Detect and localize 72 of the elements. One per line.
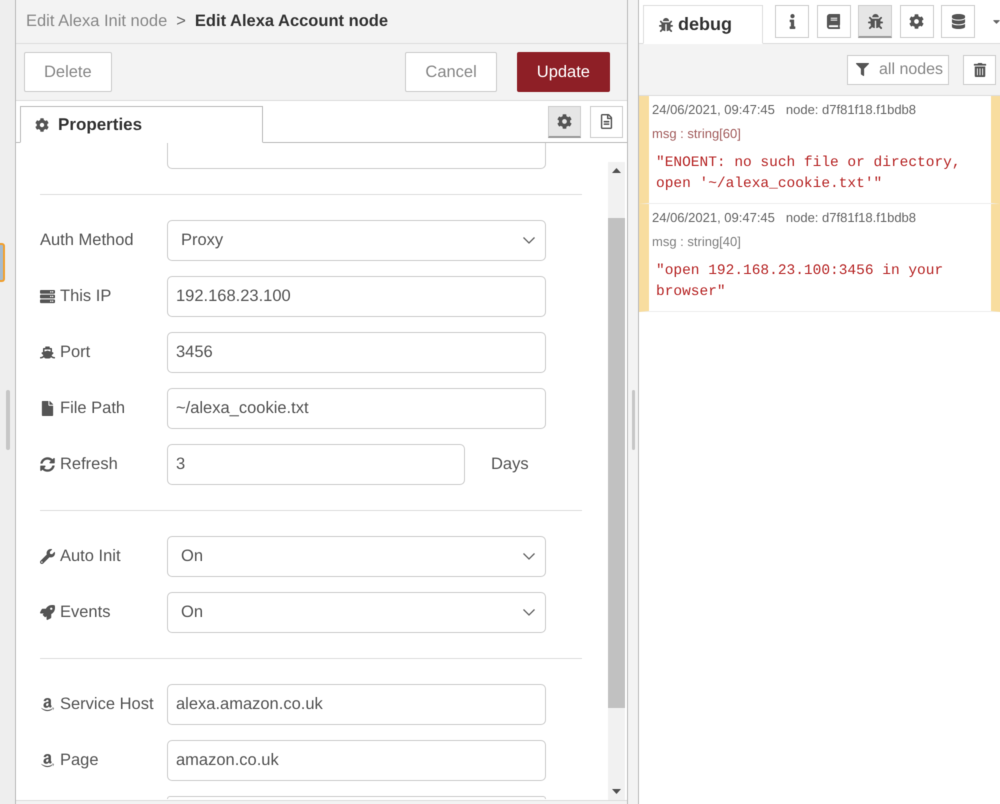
chevron-icon: [523, 553, 535, 560]
input-field[interactable]: amazon.co.uk: [167, 740, 546, 781]
field-label: Page: [60, 751, 99, 770]
database-icon: [950, 14, 966, 29]
arrow-down-icon[interactable]: [612, 789, 621, 794]
input-field[interactable]: [167, 143, 546, 169]
update-button[interactable]: Update: [516, 52, 610, 92]
breadcrumb-separator: >: [176, 12, 186, 31]
field-label: Auth Method: [40, 231, 134, 250]
arrow-up-icon[interactable]: [612, 168, 621, 173]
message-value: "ENOENT: no such file or directory, open '~/alexa_cookie.txt'": [655, 154, 962, 194]
input-field[interactable]: [167, 796, 546, 799]
input-field[interactable]: ~/alexa_cookie.txt: [167, 388, 546, 429]
sidebar-tab-button[interactable]: [775, 5, 809, 38]
scroll-thumb[interactable]: [608, 218, 625, 708]
field-label: This IP: [60, 287, 112, 306]
message-timestamp: 24/06/2021, 09:47:45: [652, 209, 775, 227]
document-icon: [599, 114, 614, 129]
message-type: msg : string[40]: [652, 233, 741, 251]
file-icon: [40, 401, 55, 416]
clear-button[interactable]: [963, 54, 996, 84]
field-label: Refresh: [60, 455, 118, 474]
sidebar-tab[interactable]: debug: [643, 5, 763, 44]
flow-node: [0, 243, 5, 282]
scroll-handle[interactable]: [6, 390, 10, 450]
input-field[interactable]: 192.168.23.100: [167, 276, 546, 317]
message-type: msg : string[60]: [652, 125, 741, 143]
input-field[interactable]: 3: [167, 444, 465, 485]
message-timestamp: 24/06/2021, 09:47:45: [652, 101, 775, 119]
field-label: Auto Init: [60, 547, 121, 566]
sidebar-tab-button[interactable]: [900, 5, 934, 38]
editor-tab[interactable]: Properties: [20, 106, 263, 143]
splitter-handle[interactable]: [632, 390, 634, 450]
gear-icon: [35, 118, 49, 132]
select-field[interactable]: On: [167, 592, 546, 633]
filter-button[interactable]: all nodes: [847, 54, 949, 84]
tab-button[interactable]: [548, 106, 581, 138]
ship-icon: [40, 345, 55, 360]
settings-icon: [557, 114, 572, 128]
input-field[interactable]: 3456: [167, 332, 546, 373]
refresh-icon: [40, 457, 55, 472]
bug-icon: [868, 14, 882, 28]
filter-icon: [856, 63, 869, 76]
sidebar-tab-button[interactable]: [816, 5, 850, 38]
message-source: node: d7f81f18.f1bdb8: [786, 209, 916, 227]
select-field[interactable]: On: [167, 536, 546, 577]
message-source: node: d7f81f18.f1bdb8: [786, 101, 916, 119]
input-field[interactable]: alexa.amazon.co.uk: [167, 684, 546, 725]
tab-button[interactable]: [590, 106, 623, 138]
server-icon: [40, 289, 55, 304]
delete-button[interactable]: Delete: [24, 52, 112, 92]
trash-icon: [972, 62, 986, 76]
rocket-icon: [40, 605, 55, 620]
wrench-icon: [40, 549, 55, 564]
unit-label: Days: [491, 455, 529, 474]
select-field[interactable]: Proxy: [167, 220, 546, 261]
message-value: "open 192.168.23.100:3456 in your browser": [655, 262, 944, 302]
field-label: File Path: [60, 399, 126, 418]
sidebar-tab-button[interactable]: [858, 5, 892, 38]
book-icon: [826, 14, 841, 29]
bug-icon: [659, 18, 673, 32]
letter-a-arrow-icon: [40, 753, 55, 768]
tray-title: Edit Alexa Account node: [194, 12, 388, 31]
field-label: Events: [60, 603, 110, 622]
cancel-button[interactable]: Cancel: [405, 52, 497, 92]
chevron-icon: [523, 609, 535, 616]
chevron-icon: [523, 237, 535, 244]
field-label: Port: [60, 343, 90, 362]
sidebar-tab-button[interactable]: [941, 5, 975, 38]
field-label: Service Host: [60, 695, 154, 714]
letter-a-arrow-icon: [40, 697, 55, 712]
settings-icon: [909, 14, 924, 29]
